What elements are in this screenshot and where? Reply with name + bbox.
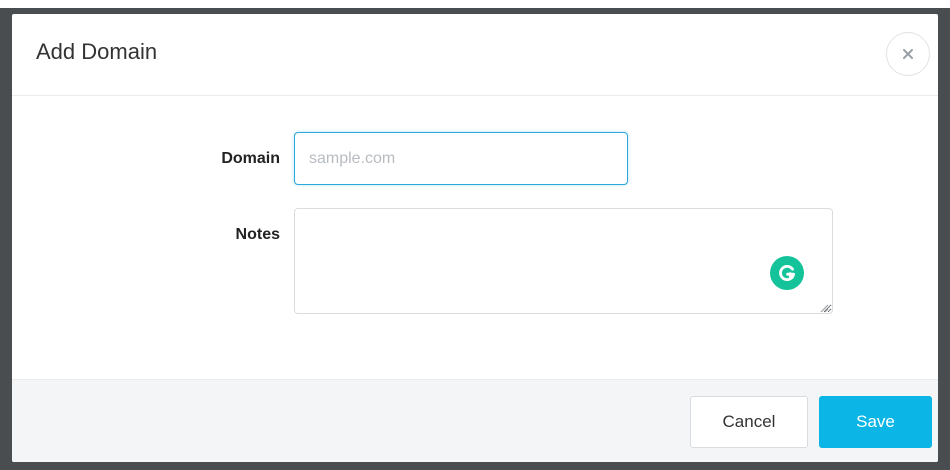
grammarly-icon[interactable] [770,256,804,290]
close-button[interactable] [886,32,930,76]
save-button[interactable]: Save [819,396,932,448]
modal-title: Add Domain [36,39,158,64]
resize-handle-icon[interactable] [819,300,829,313]
notes-label: Notes [235,226,280,243]
add-domain-modal: Add Domain Domain Notes [12,14,938,462]
cancel-button[interactable]: Cancel [690,396,808,448]
notes-textarea[interactable] [294,208,833,314]
modal-header: Add Domain [12,14,938,96]
domain-label: Domain [221,150,280,167]
notes-field-wrapper [294,208,833,314]
background-page-strip [0,0,950,8]
modal-footer: Cancel Save [12,379,938,462]
modal-body: Domain Notes [12,96,938,379]
domain-input[interactable] [294,132,628,185]
